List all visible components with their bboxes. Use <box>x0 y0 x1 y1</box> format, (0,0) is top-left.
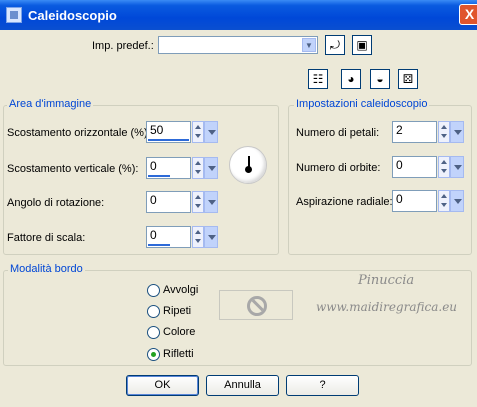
spin-arrows-icon[interactable] <box>192 121 204 143</box>
orbits-spinner[interactable]: 0 <box>392 156 464 178</box>
close-button[interactable]: X <box>459 4 477 25</box>
image-area-title: Area d'immagine <box>7 98 94 110</box>
dialog-window: Caleidoscopio X Imp. predef.: ▼ ⤾ ▣ ☷ ◕ … <box>0 0 477 407</box>
radial-suction-spinner[interactable]: 0 <box>392 190 464 212</box>
chevron-down-icon[interactable] <box>204 226 218 248</box>
rotation-angle-spinner[interactable]: 0 <box>146 191 218 213</box>
radio-color[interactable] <box>147 326 160 339</box>
color-label[interactable]: Colore <box>163 326 195 338</box>
repeat-label[interactable]: Ripeti <box>163 305 191 317</box>
watermark-url: www.maidiregrafica.eu <box>316 300 458 314</box>
horizontal-offset-label: Scostamento orizzontale (%): <box>7 127 151 139</box>
radial-suction-input[interactable]: 0 <box>392 190 437 212</box>
save-preset-icon[interactable]: ▣ <box>352 35 372 55</box>
edge-mode-title: Modalità bordo <box>8 263 85 275</box>
spin-arrows-icon[interactable] <box>192 157 204 179</box>
wrap-label[interactable]: Avvolgi <box>163 284 198 296</box>
kaleidoscope-settings-title: Impostazioni caleidoscopio <box>294 98 430 110</box>
rotation-angle-label: Angolo di rotazione: <box>7 197 105 209</box>
chevron-down-icon[interactable]: ▼ <box>302 38 316 52</box>
orbits-label: Numero di orbite: <box>296 162 381 174</box>
chevron-down-icon[interactable] <box>450 156 464 178</box>
radial-suction-label: Aspirazione radiale: <box>296 196 393 208</box>
horizontal-offset-input[interactable]: 50 <box>146 121 191 143</box>
spin-arrows-icon[interactable] <box>438 190 450 212</box>
rotation-dial[interactable] <box>229 146 267 184</box>
load-preset-icon[interactable]: ⤾ <box>325 35 345 55</box>
help-button[interactable]: ? <box>286 375 359 396</box>
reflect-label[interactable]: Rifletti <box>163 348 194 360</box>
eye-icon[interactable]: ◒ <box>370 69 390 89</box>
vertical-offset-spinner[interactable]: 0 <box>146 157 218 179</box>
radio-reflect[interactable] <box>147 348 160 361</box>
scale-factor-input[interactable]: 0 <box>146 226 191 248</box>
radio-repeat[interactable] <box>147 305 160 318</box>
chevron-down-icon[interactable] <box>450 190 464 212</box>
petals-label: Numero di petali: <box>296 127 380 139</box>
reset-preview-icon[interactable]: ☷ <box>308 69 328 89</box>
watermark-name: Pinuccia <box>358 273 415 288</box>
vertical-offset-label: Scostamento verticale (%): <box>7 163 139 175</box>
title-bar[interactable]: Caleidoscopio X <box>0 0 477 30</box>
petals-spinner[interactable]: 2 <box>392 121 464 143</box>
dice-icon[interactable]: ⚄ <box>398 69 418 89</box>
preset-select[interactable]: ▼ <box>158 36 318 54</box>
rotation-angle-input[interactable]: 0 <box>146 191 191 213</box>
edge-color-swatch[interactable] <box>219 290 293 320</box>
window-title: Caleidoscopio <box>28 8 117 23</box>
chevron-down-icon[interactable] <box>450 121 464 143</box>
petals-input[interactable]: 2 <box>392 121 437 143</box>
spin-arrows-icon[interactable] <box>438 121 450 143</box>
chevron-down-icon[interactable] <box>204 121 218 143</box>
dial-center <box>245 166 252 173</box>
no-color-icon <box>247 296 267 316</box>
chevron-down-icon[interactable] <box>204 157 218 179</box>
ok-button[interactable]: OK <box>126 375 199 396</box>
app-icon <box>6 7 22 23</box>
horizontal-offset-spinner[interactable]: 50 <box>146 121 218 143</box>
scale-factor-label: Fattore di scala: <box>7 232 86 244</box>
orbits-input[interactable]: 0 <box>392 156 437 178</box>
random-eye-icon[interactable]: ◕ <box>341 69 361 89</box>
vertical-offset-input[interactable]: 0 <box>146 157 191 179</box>
chevron-down-icon[interactable] <box>204 191 218 213</box>
scale-factor-spinner[interactable]: 0 <box>146 226 218 248</box>
preset-label: Imp. predef.: <box>92 40 154 52</box>
cancel-button[interactable]: Annulla <box>206 375 279 396</box>
preset-value <box>159 39 162 51</box>
radio-wrap[interactable] <box>147 284 160 297</box>
spin-arrows-icon[interactable] <box>192 191 204 213</box>
spin-arrows-icon[interactable] <box>192 226 204 248</box>
spin-arrows-icon[interactable] <box>438 156 450 178</box>
